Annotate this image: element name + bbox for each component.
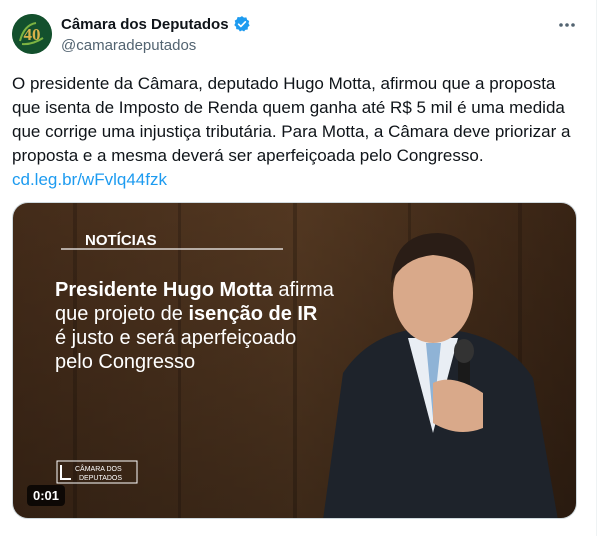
author-handle[interactable]: @camaradeputados — [61, 37, 251, 54]
video-thumbnail: NOTÍCIAS Presidente Hugo Motta afirma qu… — [13, 203, 576, 518]
avatar-text: 40 — [24, 25, 41, 44]
headline-regular-2: que projeto de — [55, 303, 188, 325]
tweet-card: 40 Câmara dos Deputados @camaradeputados… — [0, 0, 597, 536]
post-link[interactable]: cd.leg.br/wFvlq44fzk — [12, 170, 167, 189]
logo-line2: DEPUTADOS — [79, 475, 122, 482]
logo-line1: CÂMARA DOS — [75, 464, 122, 473]
video-headline-line2: que projeto de isenção de IR — [55, 303, 318, 325]
headline-regular-1: afirma — [273, 279, 335, 301]
video-headline-line4: pelo Congresso — [55, 351, 195, 373]
video-headline-line1: Presidente Hugo Motta afirma — [55, 279, 335, 301]
video-timestamp: 0:01 — [27, 485, 66, 506]
author-name[interactable]: Câmara dos Deputados — [61, 16, 229, 33]
video-headline-line3: é justo e será aperfeiçoado — [55, 327, 296, 349]
verified-badge-icon — [233, 15, 251, 33]
post-text: O presidente da Câmara, deputado Hugo Mo… — [12, 74, 571, 165]
post-header: Câmara dos Deputados @camaradeputados — [61, 15, 251, 54]
avatar[interactable]: 40 — [12, 14, 52, 54]
video-player[interactable]: NOTÍCIAS Presidente Hugo Motta afirma qu… — [12, 202, 577, 519]
video-kicker: NOTÍCIAS — [85, 232, 157, 249]
headline-bold-2: isenção de IR — [188, 303, 317, 325]
post-body: O presidente da Câmara, deputado Hugo Mo… — [12, 72, 587, 192]
avatar-logo-icon: 40 — [12, 14, 52, 54]
headline-bold-1: Presidente Hugo Motta — [55, 279, 274, 301]
more-horizontal-icon[interactable] — [556, 18, 578, 32]
